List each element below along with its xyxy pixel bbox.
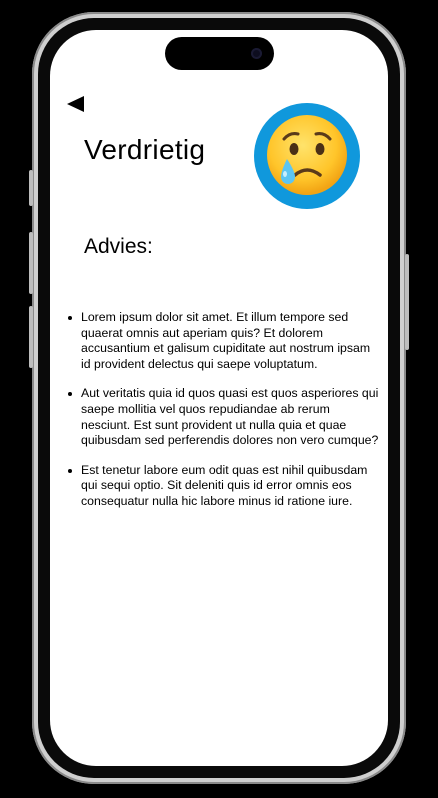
emoji-badge — [254, 103, 360, 209]
crying-face-icon — [267, 115, 347, 195]
tip-text: Aut veritatis quia id quos quasi est quo… — [81, 386, 379, 448]
advice-heading: Advies: — [84, 235, 153, 258]
list-item: Lorem ipsum dolor sit amet. Et illum tem… — [64, 310, 382, 372]
list-item: Aut veritatis quia id quos quasi est quo… — [64, 386, 382, 448]
advice-list: Lorem ipsum dolor sit amet. Et illum tem… — [64, 310, 382, 524]
volume-up-button — [29, 232, 33, 294]
dynamic-island — [165, 37, 274, 70]
tip-text: Lorem ipsum dolor sit amet. Et illum tem… — [81, 310, 371, 371]
page-title: Verdrietig — [84, 134, 206, 165]
back-button[interactable] — [66, 95, 84, 113]
tip-text: Est tenetur labore eum odit quas est nih… — [81, 462, 368, 508]
volume-down-button — [29, 306, 33, 368]
bullet-icon — [68, 392, 72, 397]
camera-icon — [251, 48, 262, 59]
bullet-icon — [68, 316, 72, 320]
power-button — [405, 254, 409, 350]
back-arrow-icon — [66, 96, 84, 112]
list-item: Est tenetur labore eum odit quas est nih… — [64, 463, 382, 510]
action-button — [29, 170, 33, 206]
bullet-icon — [68, 468, 72, 473]
